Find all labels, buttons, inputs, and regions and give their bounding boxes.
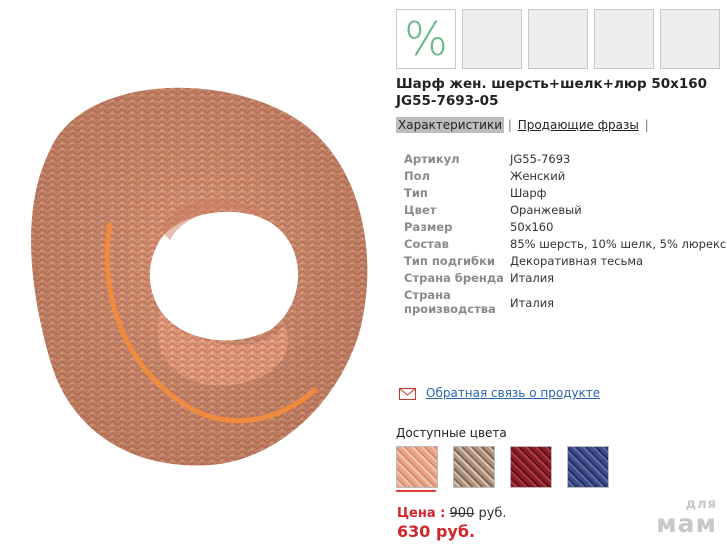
tab-characteristics[interactable]: Характеристики xyxy=(396,117,505,133)
char-label: Страна бренда xyxy=(404,271,504,285)
old-price-value: 900 xyxy=(449,506,475,521)
watermark-line2: мам xyxy=(656,509,717,538)
colors-title: Доступные цвета xyxy=(396,426,507,440)
char-value: Шарф xyxy=(510,186,547,200)
price-old: Цена : 900 руб. xyxy=(397,506,507,521)
char-value: 85% шерсть, 10% шелк, 5% люрекс xyxy=(510,237,727,251)
product-image xyxy=(31,87,368,466)
char-value: Оранжевый xyxy=(510,203,582,217)
thumbnail-3[interactable] xyxy=(528,9,588,69)
thumbnail-strip: % xyxy=(396,9,727,71)
char-value: Женский xyxy=(510,169,566,183)
char-label: Страна производства xyxy=(404,288,496,316)
selected-color-indicator xyxy=(396,490,436,492)
color-swatch-beige[interactable] xyxy=(453,446,495,488)
mail-icon xyxy=(399,388,416,400)
char-label: Размер xyxy=(404,220,453,234)
color-swatch-orange[interactable] xyxy=(396,446,438,488)
product-article-code: JG55-7693-05 xyxy=(396,93,499,109)
thumbnail-5[interactable] xyxy=(660,9,720,69)
char-label: Артикул xyxy=(404,152,460,166)
discount-badge-thumbnail[interactable]: % xyxy=(396,9,456,69)
color-swatch-burgundy[interactable] xyxy=(510,446,552,488)
thumbnail-2[interactable] xyxy=(462,9,522,69)
char-value: Декоративная тесьма xyxy=(510,254,644,268)
char-label: Состав xyxy=(404,237,449,251)
feedback-link[interactable]: Обратная связь о продукте xyxy=(426,386,600,400)
char-label: Тип xyxy=(404,186,428,200)
char-value: Италия xyxy=(510,296,555,310)
price-new: 630 руб. xyxy=(397,522,476,541)
product-tabs: Характеристики | Продающие фразы | xyxy=(396,117,649,133)
price-label: Цена : xyxy=(397,506,446,521)
tab-separator: | xyxy=(640,118,649,132)
tab-selling-phrases[interactable]: Продающие фразы xyxy=(516,117,641,133)
char-value: Италия xyxy=(510,271,555,285)
char-label: Цвет xyxy=(404,203,437,217)
thumbnail-4[interactable] xyxy=(594,9,654,69)
product-title: Шарф жен. шерсть+шелк+люр 50х160 JG55-76… xyxy=(396,76,721,110)
watermark-logo: для мам xyxy=(656,497,717,536)
tab-separator: | xyxy=(504,118,516,132)
char-value: JG55-7693 xyxy=(510,152,571,166)
color-swatch-navy[interactable] xyxy=(567,446,609,488)
char-label: Тип подгибки xyxy=(404,254,495,268)
char-label: Пол xyxy=(404,169,430,183)
old-price-currency: руб. xyxy=(478,506,507,521)
char-value: 50x160 xyxy=(510,220,554,234)
percent-icon: % xyxy=(404,12,448,66)
product-title-line1: Шарф жен. шерсть+шелк+люр 50х160 xyxy=(396,76,708,92)
